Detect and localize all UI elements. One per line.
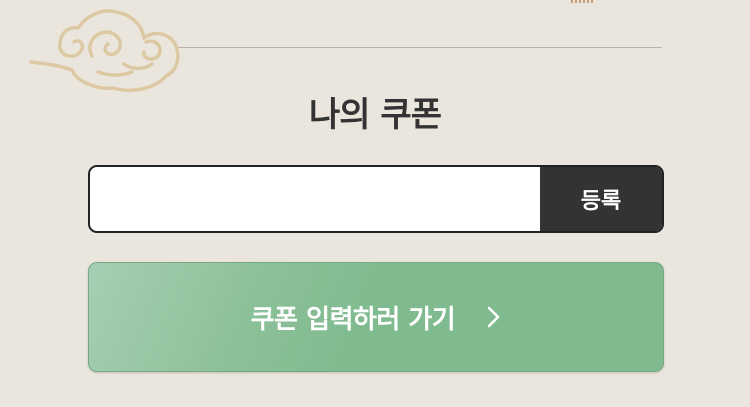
coupon-form: 등록 xyxy=(88,165,664,233)
go-coupon-button[interactable]: 쿠폰 입력하러 가기 xyxy=(88,262,664,372)
go-coupon-label: 쿠폰 입력하러 가기 xyxy=(250,304,456,335)
chevron-right-icon xyxy=(487,306,500,328)
cloud-icon xyxy=(29,9,180,93)
divider-line xyxy=(176,47,662,48)
coupon-input[interactable] xyxy=(90,167,540,231)
corner-mark xyxy=(571,0,593,3)
register-button[interactable]: 등록 xyxy=(540,167,662,231)
page-title: 나의 쿠폰 xyxy=(309,95,442,135)
